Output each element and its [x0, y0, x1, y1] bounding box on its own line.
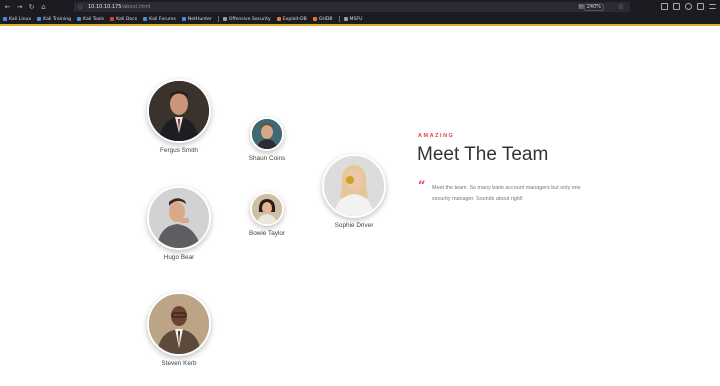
bookmark-favicon-icon	[343, 17, 348, 21]
bookmark-item[interactable]: Kali Docs	[110, 17, 137, 22]
bookmark-label: Kali Tools	[83, 16, 105, 22]
bookmark-label: GHDB	[318, 16, 333, 22]
browser-toolbar: ← → ↻ ⌂ ○ 10.10.10.175/about.html ▤ 240%…	[0, 0, 720, 14]
bookmark-item[interactable]: Kali Training	[37, 17, 71, 22]
section-eyebrow: AMAZING	[418, 133, 455, 139]
person-photo-icon	[149, 81, 209, 141]
bookmark-favicon-icon	[37, 17, 42, 21]
url-host: 10.10.10.175	[88, 4, 122, 10]
member-name: Fergus Smith	[159, 147, 198, 154]
menu-icon[interactable]	[709, 4, 716, 9]
member-name: Hugo Bear	[163, 254, 195, 261]
bookmark-favicon-icon	[181, 17, 186, 21]
extension-icon[interactable]	[697, 3, 704, 10]
url-bar[interactable]: ○ 10.10.10.175/about.html ▤ 240% ☆	[74, 2, 630, 12]
zoom-level[interactable]: 240%	[583, 4, 604, 11]
bookmark-item[interactable]: NetHunter	[181, 16, 212, 22]
avatar	[147, 79, 211, 143]
bookmarks-bar: Kali Linux Kali Training Kali Tools Kali Do…	[0, 14, 720, 24]
member-name: Sophie Driver	[334, 222, 374, 229]
team-member-hugo-bear: Hugo Bear	[147, 186, 211, 261]
bookmark-item[interactable]: Offensive Security	[222, 16, 271, 22]
bookmark-label: MSFU	[349, 16, 363, 22]
bookmark-separator	[338, 16, 340, 22]
reload-icon[interactable]: ↻	[27, 3, 36, 12]
member-name: Bowie Taylor	[248, 230, 286, 237]
team-member-shaun-coins: Shaun Coins	[242, 117, 292, 162]
team-member-steven-kerb: Steven Kerb	[147, 292, 211, 367]
avatar	[147, 186, 211, 250]
quote-icon: “	[418, 179, 426, 194]
team-member-sophie-driver: Sophie Driver	[322, 154, 386, 229]
person-photo-icon	[149, 294, 209, 354]
member-name: Shaun Coins	[248, 155, 286, 162]
bookmark-separator	[217, 16, 219, 22]
bookmark-favicon-icon	[222, 17, 227, 21]
avatar	[322, 154, 386, 218]
bookmark-item[interactable]: Kali Forums	[143, 17, 176, 22]
bookmark-label: Offensive Security	[228, 16, 271, 22]
bookmark-label: Exploit-DB	[282, 16, 307, 22]
bookmark-favicon-icon	[143, 17, 148, 21]
library-icon[interactable]	[661, 3, 668, 10]
sidebar-icon[interactable]	[673, 3, 680, 10]
bookmark-item[interactable]: Kali Tools	[77, 17, 104, 22]
avatar	[147, 292, 211, 356]
home-icon[interactable]: ⌂	[39, 3, 48, 12]
bookmark-label: Kali Training	[43, 16, 72, 22]
url-path: /about.html	[121, 4, 151, 10]
bookmark-favicon-icon	[110, 17, 115, 21]
person-photo-icon	[252, 119, 282, 149]
team-member-fergus-smith: Fergus Smith	[147, 79, 211, 154]
person-photo-icon	[252, 194, 282, 224]
bookmark-label: Kali Forums	[149, 16, 176, 22]
person-photo-icon	[149, 188, 209, 248]
avatar	[250, 117, 284, 151]
page-info-icon[interactable]: ○	[78, 4, 83, 10]
bookmark-label: Kali Linux	[9, 16, 32, 22]
section-description: Meet the team. So many bank account mana…	[432, 185, 581, 202]
page-content: Fergus Smith Shaun Coins Sophie Driver H…	[0, 26, 720, 386]
bookmark-favicon-icon	[312, 17, 317, 21]
avatar	[250, 192, 284, 226]
bookmark-label: NetHunter	[187, 16, 212, 22]
bookmark-item[interactable]: MSFU	[343, 16, 363, 22]
bookmark-label: Kali Docs	[116, 16, 138, 22]
bookmark-star-icon[interactable]: ☆	[618, 3, 624, 11]
bookmark-favicon-icon	[3, 17, 7, 21]
bookmark-item[interactable]: Exploit-DB	[276, 16, 307, 22]
team-member-bowie-taylor: Bowie Taylor	[242, 192, 292, 237]
page-title: Meet The Team	[417, 144, 549, 165]
member-name: Steven Kerb	[161, 360, 197, 367]
forward-icon[interactable]: →	[15, 3, 24, 12]
bookmark-item[interactable]: Kali Linux	[3, 17, 31, 22]
bookmark-favicon-icon	[276, 17, 281, 21]
back-icon[interactable]: ←	[3, 3, 12, 12]
bookmark-favicon-icon	[77, 17, 82, 21]
bookmark-item[interactable]: GHDB	[312, 16, 333, 22]
person-photo-icon	[324, 156, 384, 216]
toolbar-actions	[661, 3, 716, 10]
account-icon[interactable]	[685, 3, 692, 10]
